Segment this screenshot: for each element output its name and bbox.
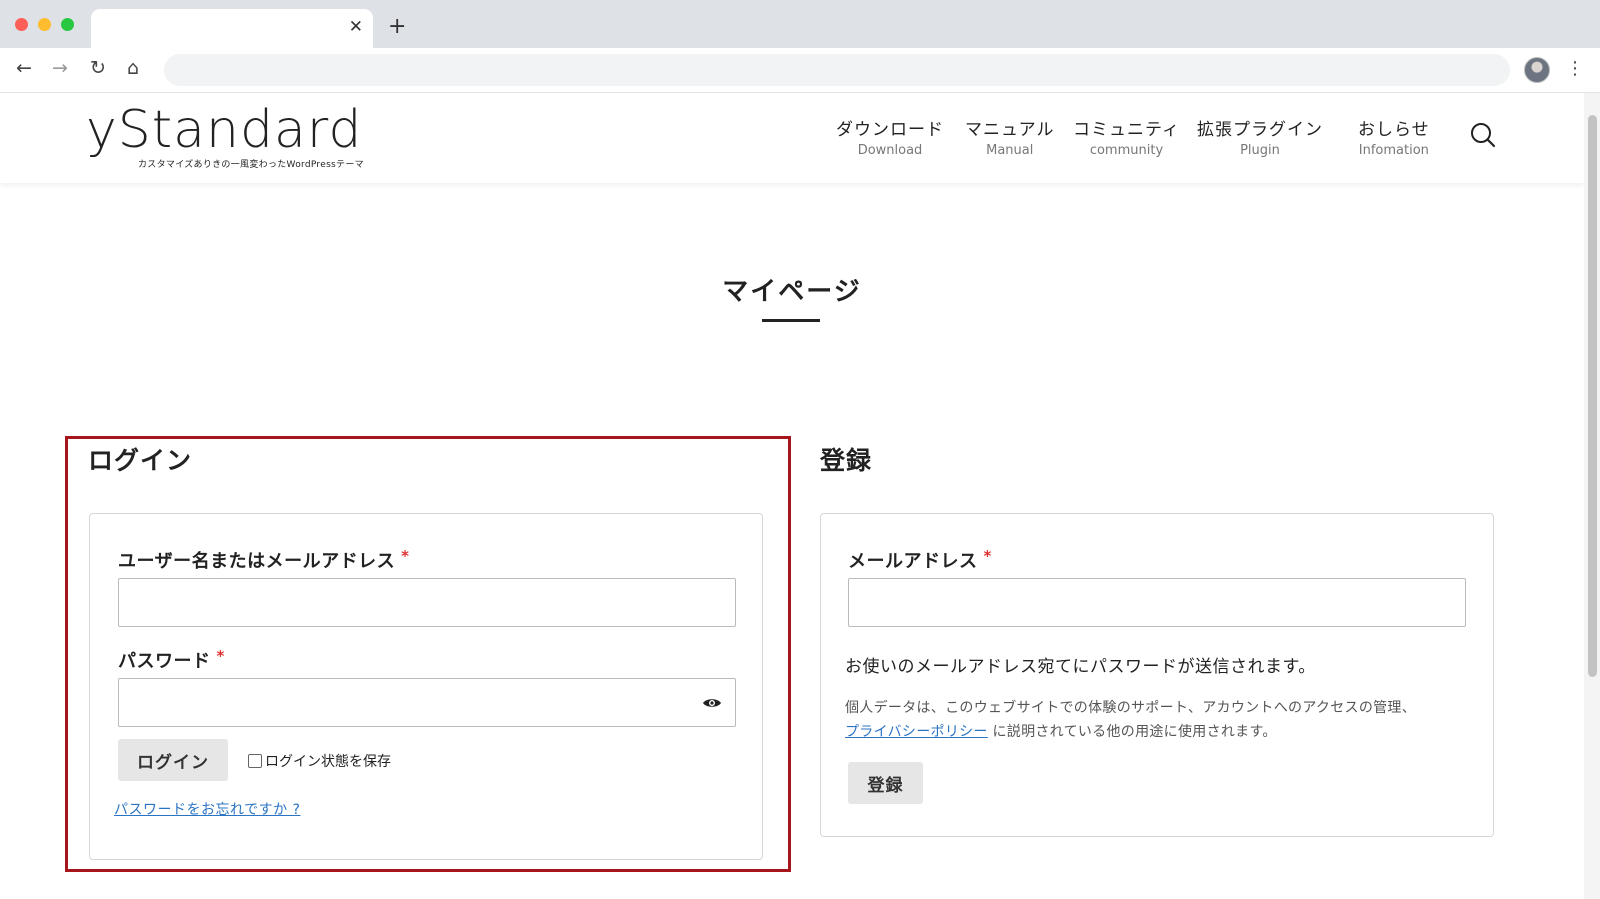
login-button[interactable]: ログイン	[118, 739, 228, 781]
browser-titlebar: ✕ +	[0, 0, 1600, 48]
window-close-button[interactable]	[15, 18, 28, 31]
register-card: メールアドレス * お使いのメールアドレス宛てにパスワードが送信されます。 個人デ…	[820, 513, 1494, 837]
nav-item-sublabel: Plugin	[1240, 143, 1280, 158]
page-title: マイページ	[722, 277, 862, 307]
lost-password-link[interactable]: パスワードをお忘れですか ?	[114, 799, 300, 819]
register-button[interactable]: 登録	[848, 762, 923, 804]
reload-icon[interactable]: ↻	[90, 57, 106, 79]
password-input[interactable]	[118, 678, 736, 727]
nav-item-label: ダウンロード	[836, 120, 944, 140]
scrollbar-thumb[interactable]	[1588, 115, 1597, 677]
email-label: メールアドレス *	[848, 547, 992, 573]
password-notice: お使いのメールアドレス宛てにパスワードが送信されます。	[845, 657, 1316, 677]
nav-item-manual[interactable]: マニュアル Manual	[965, 115, 1055, 158]
required-mark: *	[983, 547, 992, 565]
logo-tagline: カスタマイズありきの一風変わったWordPressテーマ	[138, 160, 364, 170]
profile-avatar[interactable]	[1524, 57, 1550, 83]
nav-item-community[interactable]: コミュニティ community	[1073, 115, 1180, 158]
nav-item-information[interactable]: おしらせ Infomation	[1358, 115, 1430, 158]
nav-item-label: 拡張プラグイン	[1197, 120, 1323, 140]
email-label-text: メールアドレス	[848, 551, 978, 572]
privacy-text-2: に説明されている他の用途に使用されます。	[987, 724, 1277, 740]
title-underline	[762, 319, 820, 322]
nav-item-label: おしらせ	[1358, 120, 1430, 140]
nav-item-plugin[interactable]: 拡張プラグイン Plugin	[1197, 115, 1323, 158]
tab-close-icon[interactable]: ✕	[349, 17, 363, 37]
password-label-text: パスワード	[118, 651, 211, 672]
username-input[interactable]	[118, 578, 736, 627]
window-minimize-button[interactable]	[38, 18, 51, 31]
login-heading: ログイン	[88, 446, 193, 475]
forward-arrow-icon[interactable]: →	[52, 57, 68, 79]
privacy-notice: 個人データは、このウェブサイトでの体験のサポート、アカウントへのアクセスの管理、…	[845, 696, 1475, 744]
browser-tab[interactable]: ✕	[91, 9, 373, 48]
logo-text: yStandard	[86, 100, 363, 160]
register-heading: 登録	[820, 446, 873, 475]
site-header: yStandard カスタマイズありきの一風変わったWordPressテーマ ダ…	[0, 93, 1584, 183]
checkbox-box[interactable]	[248, 754, 262, 768]
nav-item-sublabel: Infomation	[1358, 143, 1429, 158]
nav-item-sublabel: Download	[857, 143, 923, 158]
browser-toolbar: ← → ↻ ⌂ ⋮	[0, 48, 1600, 93]
email-input[interactable]	[848, 578, 1466, 627]
remember-me-label: ログイン状態を保存	[265, 754, 391, 770]
search-icon[interactable]	[1470, 122, 1496, 148]
eye-icon[interactable]	[702, 696, 722, 710]
nav-item-sublabel: Manual	[986, 143, 1034, 158]
login-card: ユーザー名またはメールアドレス * パスワード * ログイン ログイン状態を保存 パ…	[89, 513, 763, 860]
required-mark: *	[401, 547, 410, 565]
home-icon[interactable]: ⌂	[127, 57, 139, 79]
remember-me-checkbox[interactable]: ログイン状態を保存	[248, 751, 391, 771]
new-tab-button[interactable]: +	[388, 14, 406, 39]
nav-item-download[interactable]: ダウンロード Download	[836, 115, 944, 158]
required-mark: *	[216, 647, 225, 665]
username-label: ユーザー名またはメールアドレス *	[118, 547, 410, 573]
page-viewport: yStandard カスタマイズありきの一風変わったWordPressテーマ ダ…	[0, 93, 1600, 899]
window-zoom-button[interactable]	[61, 18, 74, 31]
nav-item-sublabel: community	[1089, 143, 1164, 158]
page-scrollbar[interactable]	[1584, 93, 1600, 899]
nav-item-label: マニュアル	[965, 120, 1055, 140]
address-bar[interactable]	[164, 54, 1510, 86]
password-label: パスワード *	[118, 647, 225, 673]
username-label-text: ユーザー名またはメールアドレス	[118, 551, 396, 572]
nav-item-label: コミュニティ	[1073, 120, 1180, 140]
site-logo[interactable]: yStandard カスタマイズありきの一風変わったWordPressテーマ	[86, 100, 364, 170]
back-arrow-icon[interactable]: ←	[16, 57, 32, 79]
privacy-text-1: 個人データは、このウェブサイトでの体験のサポート、アカウントへのアクセスの管理、	[845, 700, 1417, 716]
browser-menu-icon[interactable]: ⋮	[1566, 58, 1584, 79]
privacy-policy-link[interactable]: プライバシーポリシー	[845, 724, 988, 740]
